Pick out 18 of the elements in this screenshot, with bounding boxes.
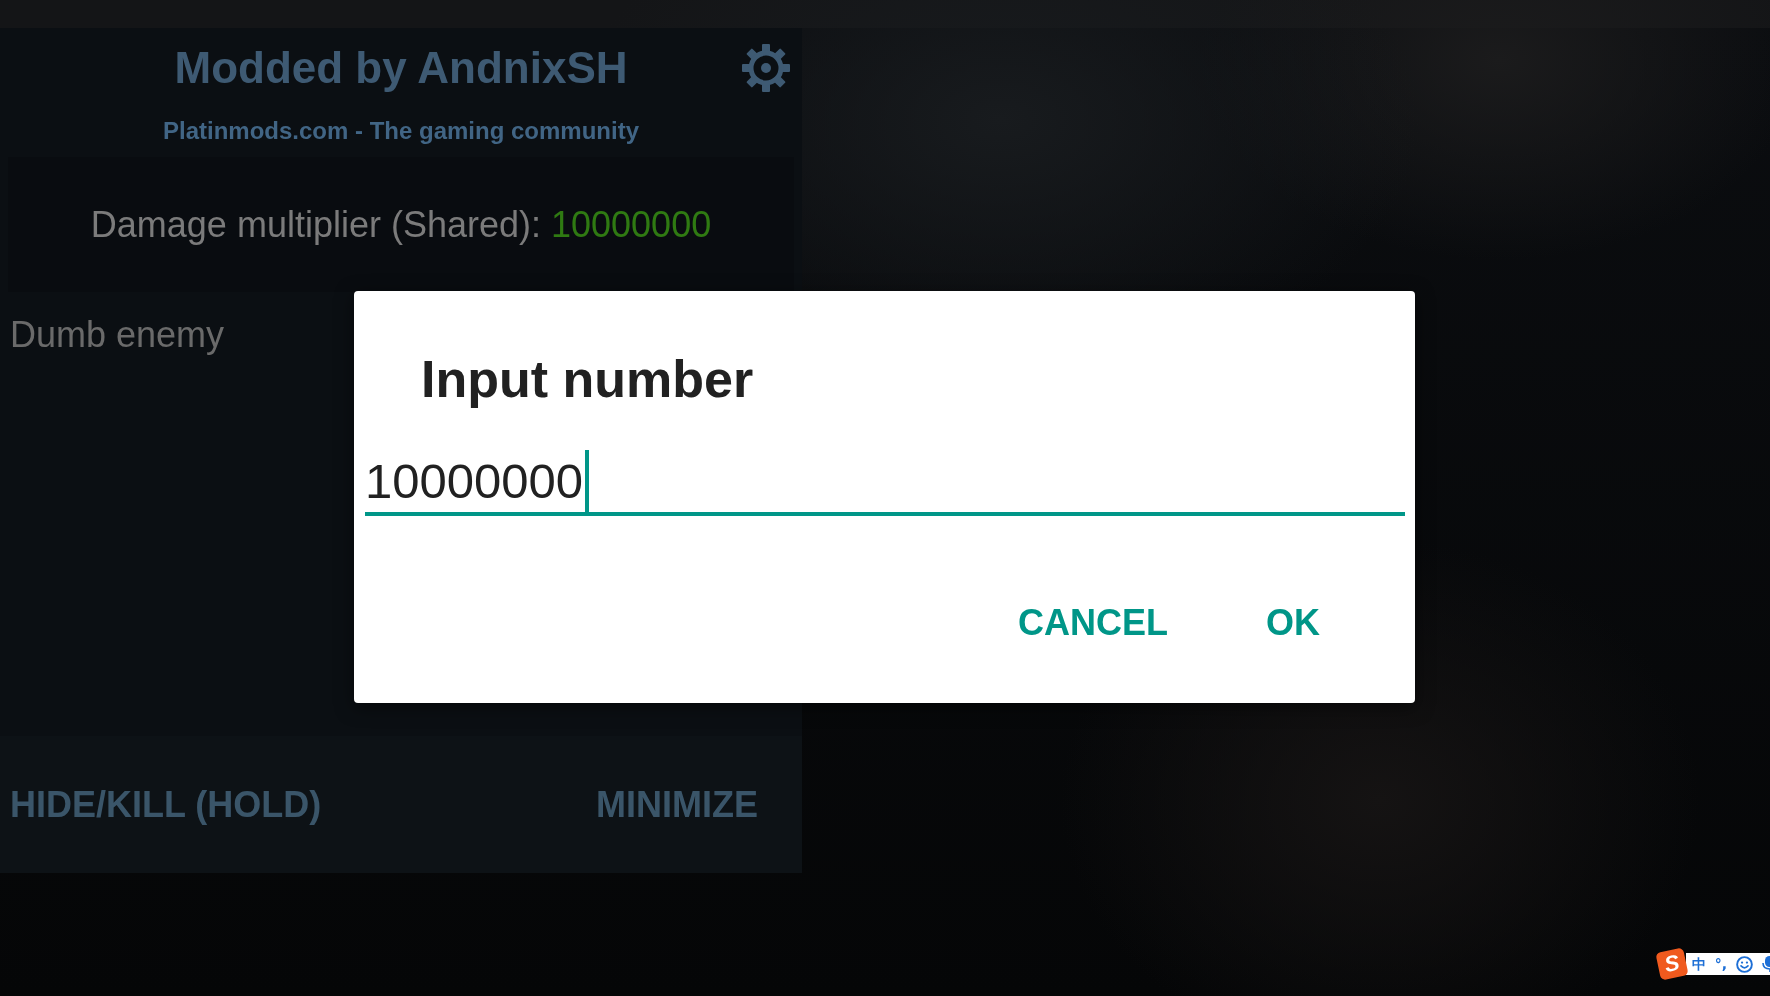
input-mode-toggle[interactable]: 中: [1691, 955, 1706, 973]
menu-button[interactable]: MINIMIZE: [596, 783, 758, 826]
menu-title: Modded by AndnixSH: [174, 42, 628, 94]
punctuation-toggle[interactable]: °,: [1714, 955, 1727, 973]
menu-button[interactable]: HIDE/KILL (HOLD): [10, 783, 322, 826]
microphone-icon[interactable]: [1762, 955, 1770, 973]
feature-value: 10000000: [551, 203, 712, 246]
text-cursor-icon: [585, 450, 589, 512]
settings-icon[interactable]: [741, 43, 791, 93]
menu-subtitle: Platinmods.com - The gaming community: [161, 116, 641, 146]
number-input-field[interactable]: 10000000: [365, 450, 1405, 516]
feature-label[interactable]: Dumb enemy: [0, 313, 225, 357]
ime-logo[interactable]: S: [1655, 947, 1689, 981]
dialog-button[interactable]: CANCEL: [1002, 593, 1184, 653]
smiley-icon[interactable]: [1736, 955, 1753, 973]
dialog-title: Input number: [421, 349, 754, 409]
dialog-button[interactable]: OK: [1250, 593, 1336, 653]
feature-label: Damage multiplier (Shared):: [90, 203, 541, 246]
